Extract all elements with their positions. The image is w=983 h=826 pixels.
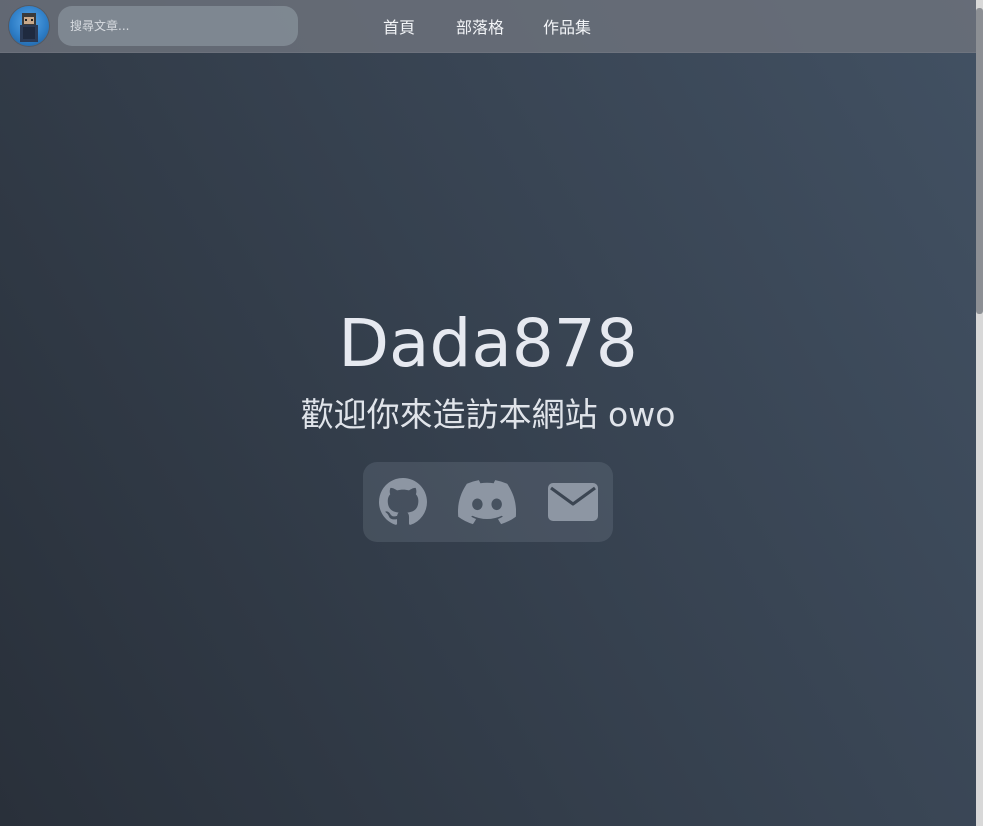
scrollbar-thumb[interactable] bbox=[976, 8, 983, 314]
mail-icon bbox=[548, 483, 598, 521]
top-navbar: 首頁 部落格 作品集 bbox=[0, 0, 976, 53]
search-input[interactable] bbox=[58, 6, 298, 46]
nav-portfolio[interactable]: 作品集 bbox=[543, 0, 591, 52]
nav-home[interactable]: 首頁 bbox=[383, 0, 415, 52]
github-link[interactable] bbox=[375, 462, 431, 542]
avatar-icon bbox=[20, 13, 38, 42]
discord-icon bbox=[458, 480, 516, 525]
social-links bbox=[363, 462, 613, 542]
email-link[interactable] bbox=[545, 462, 601, 542]
avatar[interactable] bbox=[9, 6, 49, 46]
hero-title: Dada878 bbox=[338, 305, 638, 382]
github-icon bbox=[379, 478, 427, 525]
hero-subtitle: 歡迎你來造訪本網站 owo bbox=[300, 395, 676, 434]
nav-blog[interactable]: 部落格 bbox=[456, 0, 504, 52]
discord-link[interactable] bbox=[455, 462, 519, 542]
